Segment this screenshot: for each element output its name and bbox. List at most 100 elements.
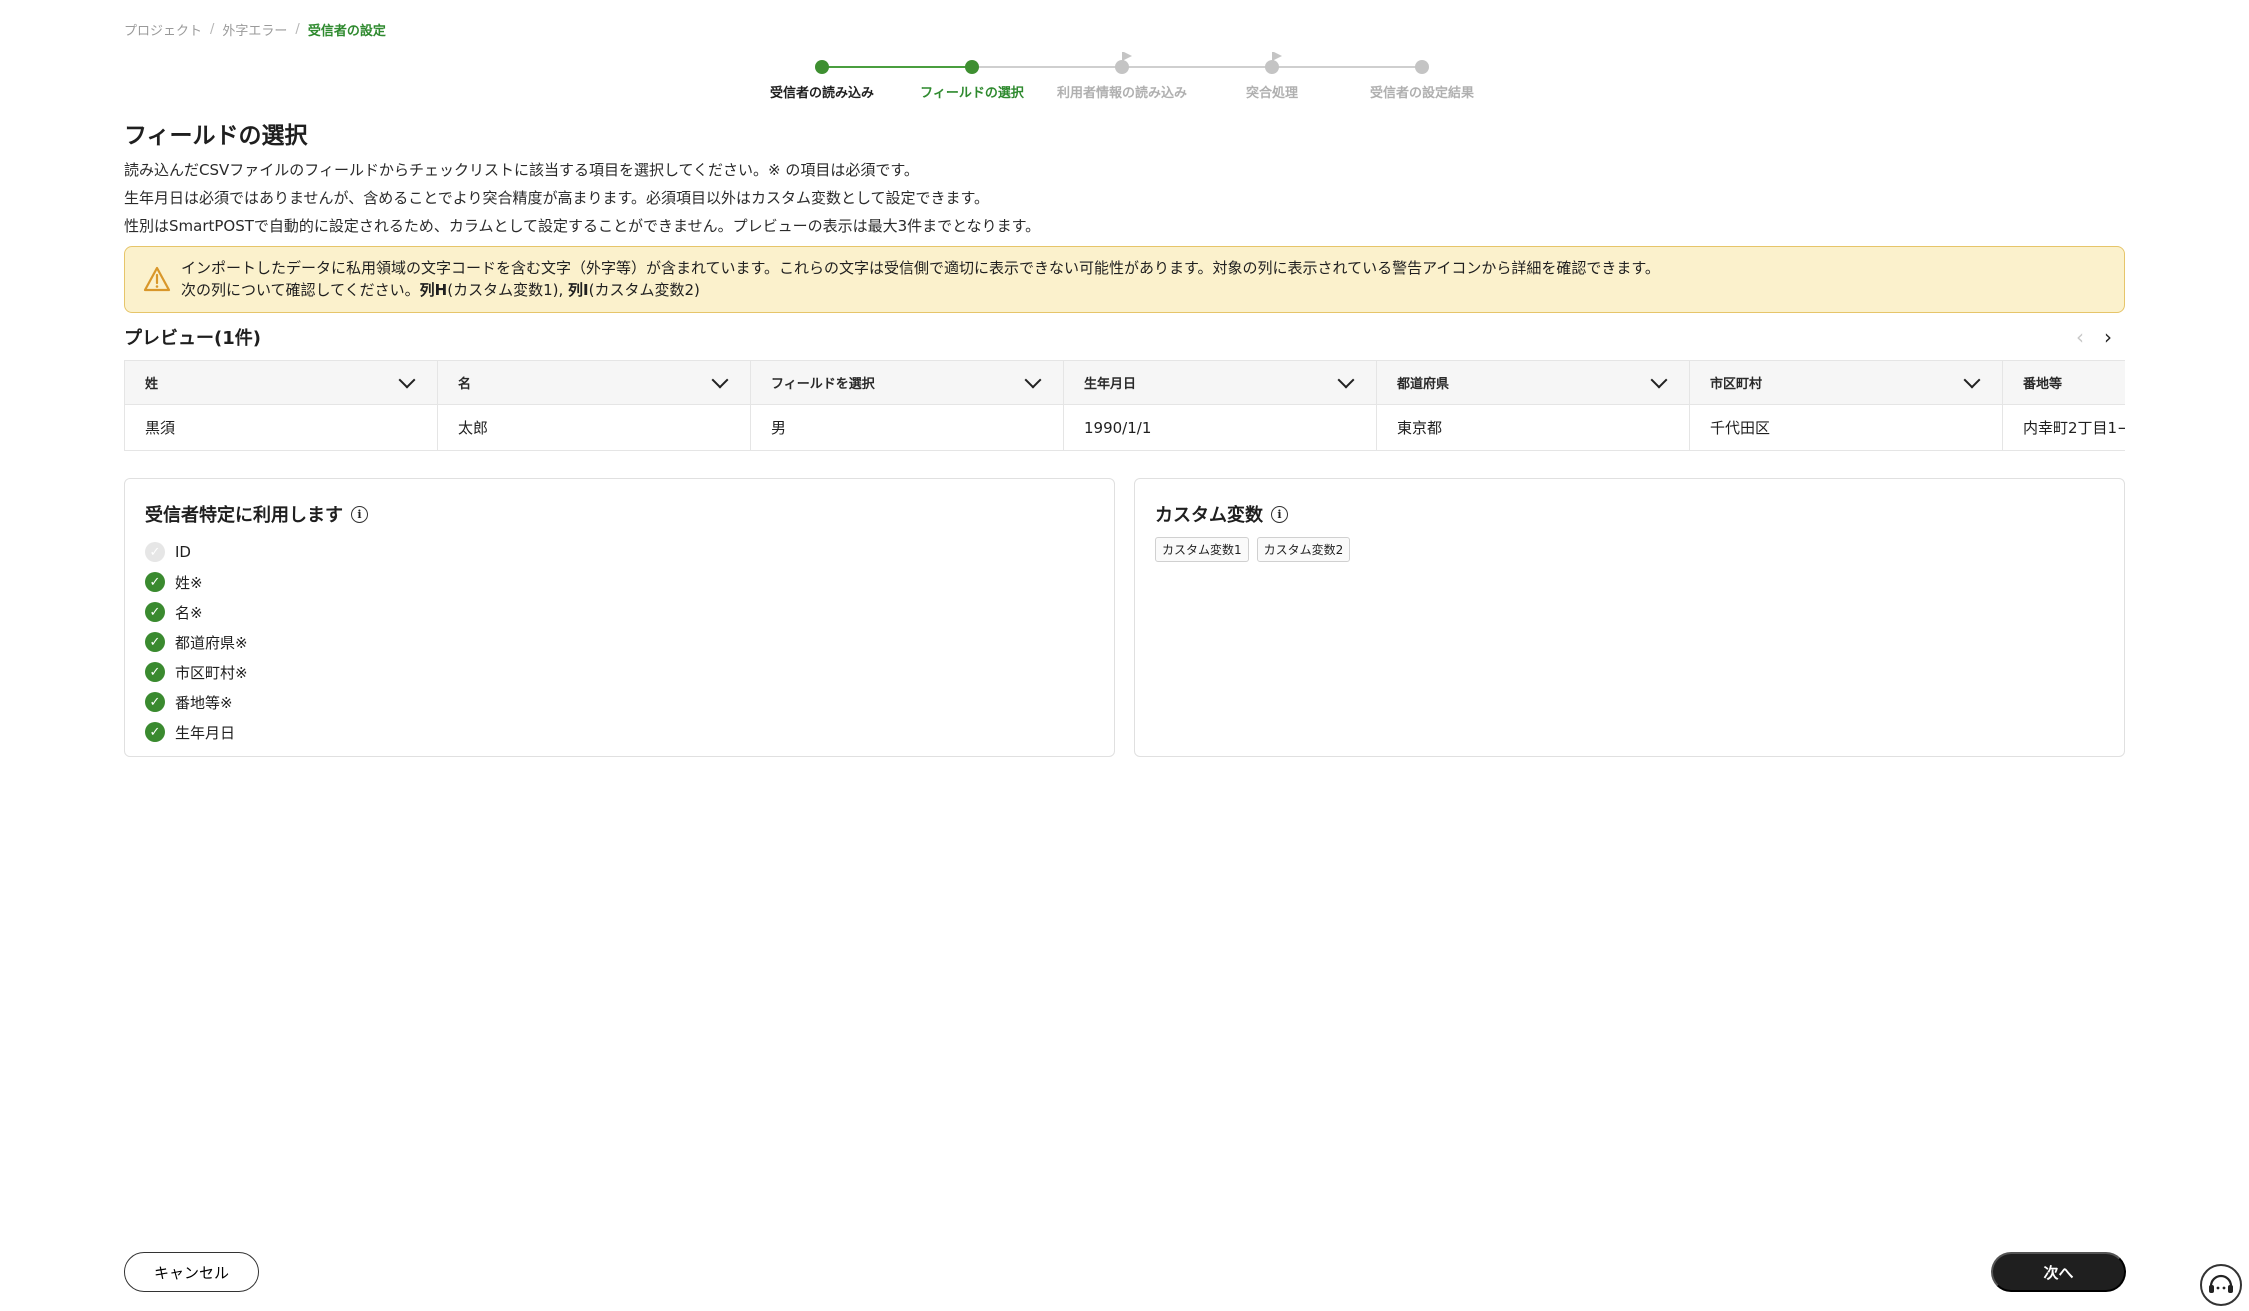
check-circle-icon: ✓ xyxy=(145,602,165,622)
chevron-down-icon xyxy=(1963,371,1981,388)
alert-columns: 次の列について確認してください。列H(カスタム変数1), 列I(カスタム変数2) xyxy=(181,279,2110,301)
column-select-dropdown[interactable]: 番地等 xyxy=(2003,361,2125,405)
alert-col-h: 列H xyxy=(419,281,448,299)
check-circle-icon: ✓ xyxy=(145,542,165,562)
page-description: 読み込んだCSVファイルのフィールドからチェックリストに該当する項目を選択してく… xyxy=(124,156,1040,240)
progress-stepper: 受信者の読み込み フィールドの選択 利用者情報の読み込み 突合処理 受信者の設定… xyxy=(760,52,1480,112)
preview-title: プレビュー(1件) xyxy=(124,328,261,349)
chevron-down-icon xyxy=(1024,371,1042,388)
step-result: 受信者の設定結果 xyxy=(1347,52,1497,101)
checklist-label: 都道府県※ xyxy=(175,633,248,652)
checklist-label: 市区町村※ xyxy=(175,663,248,682)
breadcrumb-item-gaiji-error[interactable]: 外字エラー xyxy=(222,20,287,39)
custom-variables-panel: カスタム変数 i カスタム変数1 カスタム変数2 xyxy=(1134,478,2125,757)
chevron-down-icon xyxy=(711,371,729,388)
custom-panel-header: カスタム変数 i xyxy=(1155,501,2104,527)
alert-col-i-suffix: (カスタム変数2) xyxy=(588,281,700,299)
check-circle-icon: ✓ xyxy=(145,692,165,712)
alert-col-i: 列I xyxy=(568,281,589,299)
list-item: ✓ 番地等※ xyxy=(145,687,1094,717)
step-dot xyxy=(1115,52,1132,74)
column-header-label: フィールドを選択 xyxy=(771,377,875,392)
description-line: 性別はSmartPOSTで自動的に設定されるため、カラムとして設定することができ… xyxy=(124,217,1041,235)
next-button[interactable]: 次へ xyxy=(1991,1252,2126,1292)
custom-variable-tag: カスタム変数2 xyxy=(1256,537,1351,562)
list-item: ✓ 名※ xyxy=(145,597,1094,627)
list-item: ✓ 市区町村※ xyxy=(145,657,1094,687)
table-cell: 1990/1/1 xyxy=(1064,405,1377,450)
breadcrumb-separator: / xyxy=(210,22,215,37)
table-cell: 太郎 xyxy=(438,405,751,450)
cancel-button[interactable]: キャンセル xyxy=(124,1252,259,1292)
column-select-dropdown[interactable]: 都道府県 xyxy=(1377,361,1690,405)
list-item: ✓ 姓※ xyxy=(145,567,1094,597)
table-cell: 千代田区 xyxy=(1690,405,2003,450)
step-label: 受信者の読み込み xyxy=(769,86,874,101)
column-select-dropdown[interactable]: 市区町村 xyxy=(1690,361,2003,405)
step-label: 突合処理 xyxy=(1245,86,1298,101)
table-cell: 内幸町2丁目1− xyxy=(2003,405,2125,450)
step-dot xyxy=(815,60,829,74)
chevron-down-icon xyxy=(1337,371,1355,388)
step-label: フィールドの選択 xyxy=(920,86,1024,101)
column-header-label: 生年月日 xyxy=(1084,377,1137,392)
column-header-label: 都道府県 xyxy=(1397,377,1450,392)
chevron-down-icon xyxy=(1650,371,1668,388)
step-matching: 突合処理 xyxy=(1197,52,1347,101)
column-header-label: 名 xyxy=(458,377,472,392)
column-select-dropdown[interactable]: 名 xyxy=(438,361,751,405)
gaiji-warning-alert: インポートしたデータに私用領域の文字コードを含む文字（外字等）が含まれています。… xyxy=(124,246,2125,313)
table-header-row: 姓 名 フィールドを選択 生年月日 都道府県 市区町村 番地等 xyxy=(125,361,2125,405)
identify-panel-header: 受信者特定に利用します i xyxy=(145,501,1094,527)
custom-panel-title: カスタム変数 xyxy=(1155,505,1263,526)
step-load-user-info: 利用者情報の読み込み xyxy=(1047,52,1197,101)
chevron-left-icon[interactable]: ‹ xyxy=(2076,325,2084,349)
info-icon[interactable]: i xyxy=(351,505,368,523)
column-header-label: 番地等 xyxy=(2023,377,2063,392)
checklist-label: 生年月日 xyxy=(175,723,236,742)
step-label: 利用者情報の読み込み xyxy=(1056,86,1187,101)
step-label: 受信者の設定結果 xyxy=(1369,86,1474,101)
step-select-fields: フィールドの選択 xyxy=(897,52,1047,101)
column-select-dropdown[interactable]: 姓 xyxy=(125,361,438,405)
required-field-checklist: ✓ ID ✓ 姓※ ✓ 名※ ✓ 都道府県※ ✓ 市区町村※ ✓ 番地等※ ✓ 生年月日 xyxy=(145,537,1094,747)
custom-variable-tag: カスタム変数1 xyxy=(1155,537,1249,562)
identify-fields-panel: 受信者特定に利用します i ✓ ID ✓ 姓※ ✓ 名※ ✓ 都道府県※ ✓ 市区町村※ … xyxy=(124,478,1115,757)
alert-columns-prefix: 次の列について確認してください。 xyxy=(181,281,420,299)
preview-table: 姓 名 フィールドを選択 生年月日 都道府県 市区町村 番地等 黒須 太郎 男 … xyxy=(124,360,2125,451)
description-line: 読み込んだCSVファイルのフィールドからチェックリストに該当する項目を選択してく… xyxy=(124,161,919,179)
info-icon[interactable]: i xyxy=(1271,505,1288,523)
step-dot xyxy=(1415,60,1429,74)
breadcrumb-item-project[interactable]: プロジェクト xyxy=(124,20,202,39)
headset-icon xyxy=(2209,1274,2233,1293)
list-item: ✓ 生年月日 xyxy=(145,717,1094,747)
breadcrumb-current: 受信者の設定 xyxy=(307,24,386,39)
breadcrumb-separator: / xyxy=(295,22,300,37)
table-cell: 黒須 xyxy=(125,405,438,450)
step-dot xyxy=(1265,52,1282,74)
checklist-label: 名※ xyxy=(175,603,203,622)
list-item: ✓ ID xyxy=(145,537,1094,567)
support-chat-icon[interactable] xyxy=(2200,1264,2242,1306)
check-circle-icon: ✓ xyxy=(145,662,165,682)
chevron-right-icon[interactable]: › xyxy=(2104,325,2112,349)
column-select-dropdown[interactable]: 生年月日 xyxy=(1064,361,1377,405)
flag-icon xyxy=(1272,52,1282,64)
page-title: フィールドの選択 xyxy=(124,123,308,149)
step-dot xyxy=(965,60,979,74)
column-header-label: 市区町村 xyxy=(1710,377,1763,392)
flag-icon xyxy=(1122,52,1132,64)
check-circle-icon: ✓ xyxy=(145,632,165,652)
identify-panel-title: 受信者特定に利用します xyxy=(145,505,343,526)
warning-icon xyxy=(143,266,171,292)
checklist-label: 番地等※ xyxy=(175,693,233,712)
alert-col-h-suffix: (カスタム変数1), xyxy=(447,281,569,299)
chevron-down-icon xyxy=(398,371,416,388)
breadcrumb: プロジェクト / 外字エラー / 受信者の設定 xyxy=(124,20,386,39)
check-circle-icon: ✓ xyxy=(145,722,165,742)
custom-variable-tags: カスタム変数1 カスタム変数2 xyxy=(1155,537,2104,562)
checklist-label: ID xyxy=(175,543,191,561)
description-line: 生年月日は必須ではありませんが、含めることでより突合精度が高まります。必須項目以… xyxy=(124,189,990,207)
column-header-label: 姓 xyxy=(145,377,159,392)
column-select-dropdown[interactable]: フィールドを選択 xyxy=(751,361,1064,405)
